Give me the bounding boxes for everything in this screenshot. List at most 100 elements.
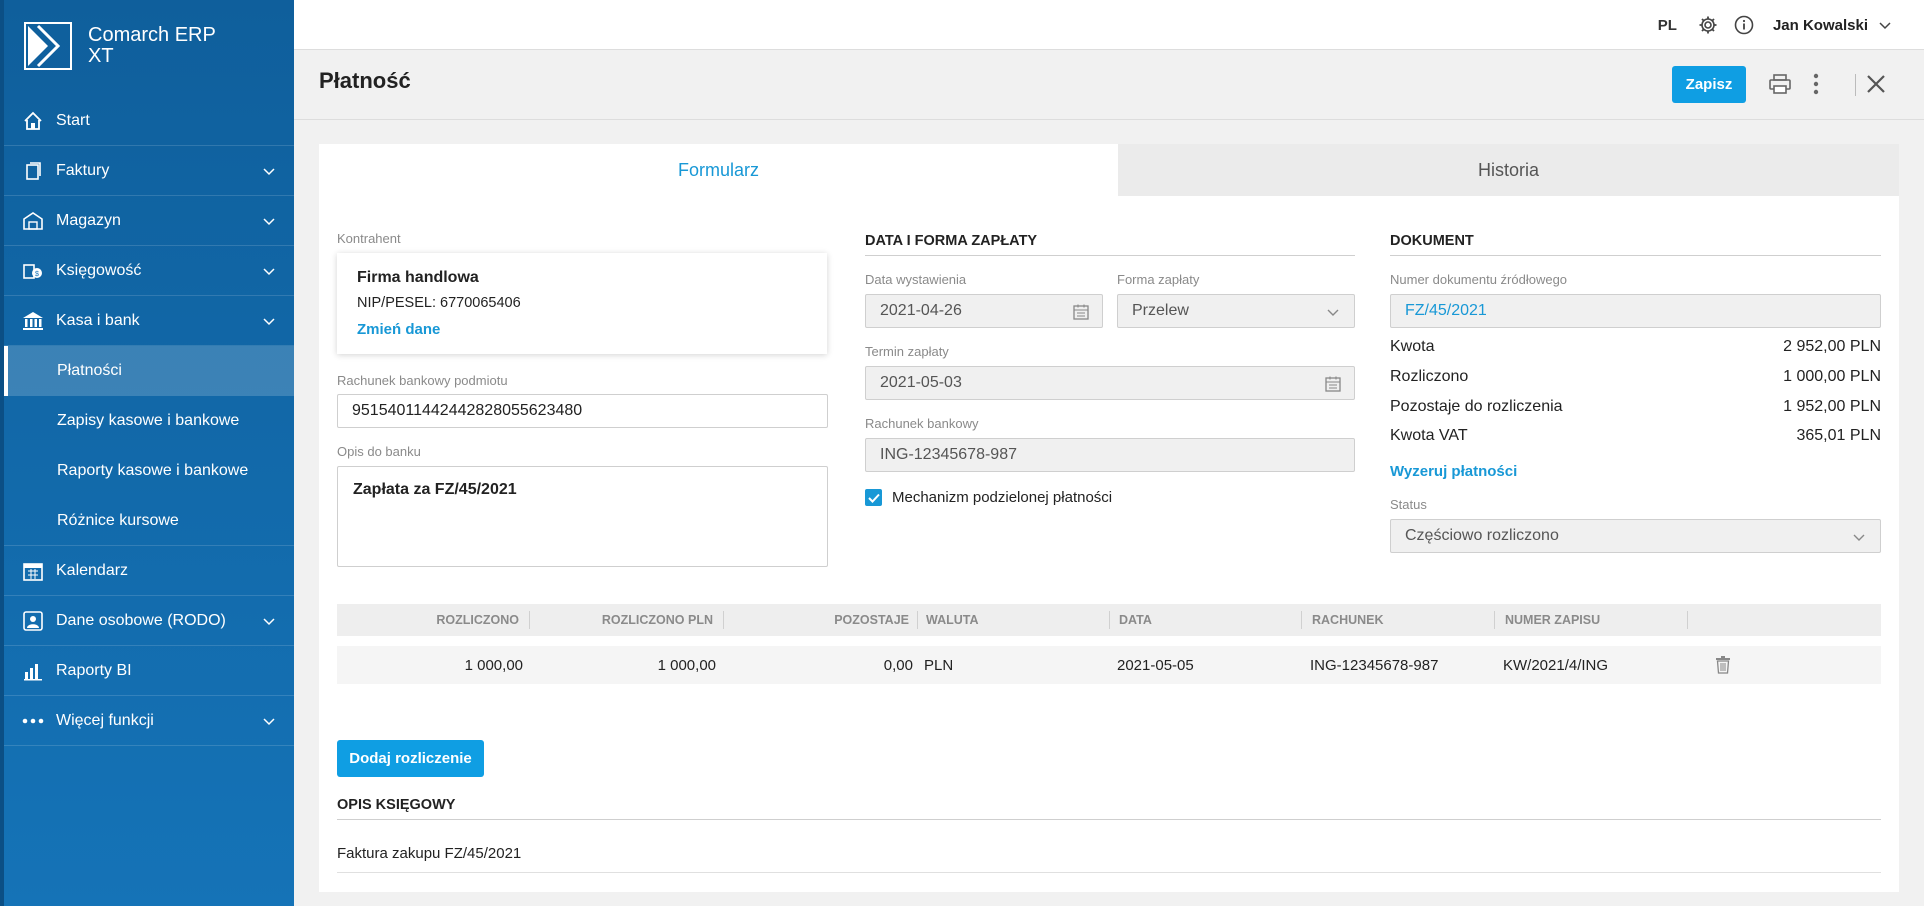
vat-row: Kwota VAT 365,01 PLN: [1390, 427, 1881, 445]
calendar-icon[interactable]: [1324, 375, 1342, 393]
bank-account-input[interactable]: 95154011442442828055623480: [337, 394, 828, 428]
payment-section-title: DATA I FORMA ZAPŁATY: [865, 233, 1355, 256]
reset-payments-link[interactable]: Wyzeruj płatności: [1390, 463, 1517, 480]
gear-icon[interactable]: [1697, 14, 1719, 36]
save-button[interactable]: Zapisz: [1672, 66, 1746, 103]
payment-form-value: Przelew: [1132, 302, 1189, 319]
sidebar-subitem-platnosci[interactable]: Płatności: [4, 346, 294, 396]
col-remaining[interactable]: POZOSTAJE: [724, 604, 909, 636]
tabs: Formularz Historia: [319, 144, 1899, 196]
home-icon: [22, 110, 44, 132]
accounting-description-text: Faktura zakupu FZ/45/2021: [337, 845, 1881, 873]
cell-account: ING-12345678-987: [1310, 656, 1439, 674]
contractor-box: Firma handlowa NIP/PESEL: 6770065406 Zmi…: [337, 253, 827, 354]
chevron-down-icon: [263, 268, 275, 276]
sidebar-subitem-zapisy[interactable]: Zapisy kasowe i bankowe: [4, 396, 294, 446]
sidebar-item-label: Więcej funkcji: [56, 711, 154, 729]
due-date-label: Termin zapłaty: [865, 344, 949, 359]
cell-entry-number-link[interactable]: KW/2021/4/ING: [1503, 646, 1683, 684]
settled-value: 1 000,00 PLN: [1783, 368, 1881, 385]
sidebar-item-label: Magazyn: [56, 211, 121, 229]
col-date[interactable]: DATA: [1119, 604, 1299, 636]
sidebar-item-wiecej-funkcji[interactable]: Więcej funkcji: [4, 696, 294, 746]
status-value: Częściowo rozliczono: [1405, 527, 1559, 544]
cell-date: 2021-05-05: [1117, 656, 1194, 674]
sidebar-item-label: Raporty BI: [56, 661, 132, 679]
more-vertical-icon[interactable]: [1804, 72, 1828, 96]
remaining-row: Pozostaje do rozliczenia 1 952,00 PLN: [1390, 398, 1881, 416]
close-icon[interactable]: [1864, 72, 1888, 96]
col-entry-number[interactable]: NUMER ZAPISU: [1505, 604, 1685, 636]
language-switch[interactable]: PL: [1658, 17, 1677, 34]
chevron-up-icon: [263, 318, 275, 326]
calendar-icon[interactable]: [1072, 303, 1090, 321]
sidebar-item-dane-osobowe[interactable]: Dane osobowe (RODO): [4, 596, 294, 646]
settlements-table-header: ROZLICZONO ROZLICZONO PLN POZOSTAJE WALU…: [337, 604, 1881, 636]
accounting-icon: $: [22, 260, 44, 282]
add-settlement-button[interactable]: Dodaj rozliczenie: [337, 740, 484, 777]
due-date-value: 2021-05-03: [880, 374, 962, 391]
logo[interactable]: Comarch ERP XT: [24, 22, 216, 70]
chevron-down-icon[interactable]: [1878, 18, 1892, 32]
sidebar-item-label: Dane osobowe (RODO): [56, 611, 226, 629]
document-section-title: DOKUMENT: [1390, 233, 1881, 256]
bank-description-label: Opis do banku: [337, 444, 421, 459]
person-icon: [22, 610, 44, 632]
split-payment-label: Mechanizm podzielonej płatności: [892, 489, 1113, 506]
remaining-value: 1 952,00 PLN: [1783, 398, 1881, 415]
issue-date-label: Data wystawienia: [865, 272, 967, 287]
chart-icon: [22, 660, 44, 682]
due-date-input[interactable]: 2021-05-03: [865, 366, 1355, 400]
settled-label: Rozliczono: [1390, 368, 1469, 385]
bank-description-textarea[interactable]: Zapłata za FZ/45/2021: [337, 466, 828, 567]
info-icon[interactable]: [1733, 14, 1755, 36]
issue-date-input[interactable]: 2021-04-26: [865, 294, 1103, 328]
print-icon[interactable]: [1768, 72, 1792, 96]
tab-historia[interactable]: Historia: [1118, 144, 1899, 196]
cell-settled: 1 000,00: [464, 656, 523, 674]
sidebar-item-raporty-bi[interactable]: Raporty BI: [4, 646, 294, 696]
cell-currency: PLN: [924, 656, 954, 674]
more-dots-icon: [22, 710, 44, 732]
table-row[interactable]: 1 000,00 1 000,00 0,00 PLN 2021-05-05 IN…: [337, 646, 1881, 684]
col-settled-pln[interactable]: ROZLICZONO PLN: [530, 604, 713, 636]
trash-icon[interactable]: [1715, 646, 1739, 684]
cell-settled-pln: 1 000,00: [657, 656, 716, 674]
comarch-logo-icon: [24, 22, 72, 70]
sidebar-subitem-raporty[interactable]: Raporty kasowe i bankowe: [4, 446, 294, 496]
logo-line2: XT: [88, 45, 114, 67]
user-name[interactable]: Jan Kowalski: [1773, 17, 1868, 34]
logo-line1: Comarch ERP: [88, 24, 216, 46]
chevron-down-icon: [263, 618, 275, 626]
chevron-down-icon: [1327, 309, 1339, 316]
top-bar: PL Jan Kowalski: [294, 0, 1924, 50]
issue-date-value: 2021-04-26: [880, 302, 962, 319]
sidebar-item-label: Kalendarz: [56, 561, 129, 579]
bank-icon: [22, 310, 44, 332]
change-data-link[interactable]: Zmień dane: [357, 321, 807, 338]
tab-formularz[interactable]: Formularz: [319, 144, 1118, 196]
check-icon: [867, 493, 880, 503]
bank-select[interactable]: ING-12345678-987: [865, 438, 1355, 472]
sidebar-item-start[interactable]: Start: [4, 96, 294, 146]
payment-form-select[interactable]: Przelew: [1117, 294, 1355, 328]
col-settled[interactable]: ROZLICZONO: [337, 604, 519, 636]
sidebar-item-magazyn[interactable]: Magazyn: [4, 196, 294, 246]
col-currency[interactable]: WALUTA: [926, 604, 1106, 636]
source-number-link[interactable]: FZ/45/2021: [1390, 294, 1881, 328]
sidebar-subitem-roznice[interactable]: Różnice kursowe: [4, 496, 294, 546]
contractor-nip: NIP/PESEL: 6770065406: [357, 295, 521, 311]
sidebar-item-kalendarz[interactable]: Kalendarz: [4, 546, 294, 596]
sidebar-item-kasa-i-bank[interactable]: Kasa i bank: [4, 296, 294, 346]
sidebar-item-label: Księgowość: [56, 261, 142, 279]
warehouse-icon: [22, 210, 44, 232]
sidebar-item-ksiegowosc[interactable]: $ Księgowość: [4, 246, 294, 296]
status-select[interactable]: Częściowo rozliczono: [1390, 519, 1881, 553]
sidebar-item-faktury[interactable]: Faktury: [4, 146, 294, 196]
page-header: Płatność Zapisz: [294, 50, 1924, 120]
split-payment-checkbox[interactable]: [865, 489, 882, 506]
col-account[interactable]: RACHUNEK: [1312, 604, 1492, 636]
amount-value: 2 952,00 PLN: [1783, 338, 1881, 355]
vat-value: 365,01 PLN: [1796, 427, 1881, 444]
svg-text:$: $: [35, 271, 39, 278]
